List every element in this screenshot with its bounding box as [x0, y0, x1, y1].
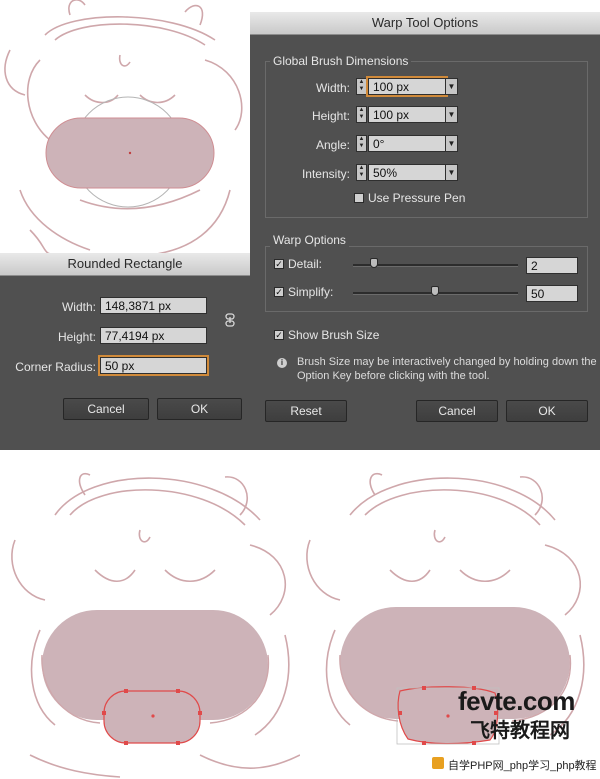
watermark-logo-icon: [432, 757, 444, 769]
rr-corner-radius-label: Corner Radius:: [15, 360, 96, 374]
rr-height-label: Height:: [57, 330, 96, 344]
warp-width-stepper[interactable]: ▲ ▼: [356, 78, 367, 95]
detail-value-field[interactable]: 2: [526, 257, 578, 274]
rr-corner-radius-field[interactable]: 50 px: [98, 355, 209, 376]
top-character-sketch: [4, 0, 243, 255]
warp-options-title: Warp Options: [270, 233, 349, 247]
warp-intensity-field[interactable]: 50%: [368, 164, 446, 181]
top-sketch-canvas: [0, 0, 250, 255]
brush-size-note-line2: Option Key before clicking with the tool…: [297, 370, 490, 382]
warp-intensity-label: Intensity:: [301, 167, 350, 181]
brush-size-note-line1: Brush Size may be interactively changed …: [297, 356, 597, 368]
warp-width-label: Width:: [315, 81, 350, 95]
show-brush-size-checkbox[interactable]: ✓: [274, 330, 284, 340]
rr-cancel-button[interactable]: Cancel: [63, 398, 149, 420]
watermark-site: fevte.com: [458, 686, 575, 716]
watermark-bottom-text: 自学PHP网_php学习_php教程: [448, 760, 597, 772]
rr-height-field[interactable]: 77,4194 px: [100, 327, 207, 344]
detail-checkbox[interactable]: ✓: [274, 259, 284, 269]
constrain-proportions-icon[interactable]: [224, 313, 236, 327]
show-brush-size-label: Show Brush Size: [288, 328, 380, 342]
rr-width-label: Width:: [61, 300, 96, 314]
bottom-left-sketch-canvas: [0, 455, 300, 779]
warp-angle-stepper[interactable]: ▲ ▼: [356, 135, 367, 152]
warp-angle-label: Angle:: [315, 138, 350, 152]
warp-intensity-stepper[interactable]: ▲ ▼: [356, 164, 367, 181]
warp-height-field[interactable]: 100 px: [368, 106, 446, 123]
warp-angle-field[interactable]: 0°: [368, 135, 446, 152]
global-brush-dimensions-title: Global Brush Dimensions: [270, 54, 412, 68]
simplify-slider-thumb[interactable]: [431, 286, 439, 296]
warp-ok-button[interactable]: OK: [506, 400, 588, 422]
simplify-checkbox[interactable]: ✓: [274, 287, 284, 297]
rr-ok-button[interactable]: OK: [157, 398, 242, 420]
warp-cancel-button[interactable]: Cancel: [416, 400, 498, 422]
use-pressure-pen-label: Use Pressure Pen: [368, 191, 466, 205]
rounded-rectangle-titlebar: Rounded Rectangle: [0, 253, 250, 276]
bottom-left-character-sketch: [11, 473, 300, 778]
warp-titlebar: Warp Tool Options: [250, 12, 600, 35]
info-icon: i: [277, 358, 287, 368]
simplify-value-field[interactable]: 50: [526, 285, 578, 302]
warp-height-stepper[interactable]: ▲ ▼: [356, 106, 367, 123]
warp-intensity-dropdown[interactable]: ▼: [445, 164, 458, 181]
rounded-rectangle-dialog: Rounded Rectangle Width: 148,3871 px Hei…: [0, 253, 250, 450]
warp-reset-button[interactable]: Reset: [265, 400, 347, 422]
warp-angle-dropdown[interactable]: ▼: [445, 135, 458, 152]
simplify-label: Simplify:: [288, 285, 334, 299]
rr-width-field[interactable]: 148,3871 px: [100, 297, 207, 314]
warp-height-dropdown[interactable]: ▼: [445, 106, 458, 123]
warp-width-field[interactable]: 100 px: [366, 76, 448, 97]
warp-height-label: Height:: [311, 109, 350, 123]
detail-slider-thumb[interactable]: [370, 258, 378, 268]
warp-width-dropdown[interactable]: ▼: [445, 78, 458, 95]
warp-tool-options-dialog: Warp Tool Options Global Brush Dimension…: [250, 12, 600, 450]
detail-label: Detail:: [288, 257, 323, 271]
use-pressure-pen-checkbox[interactable]: [354, 193, 364, 203]
watermark-chinese: 飞特教程网: [470, 720, 570, 742]
